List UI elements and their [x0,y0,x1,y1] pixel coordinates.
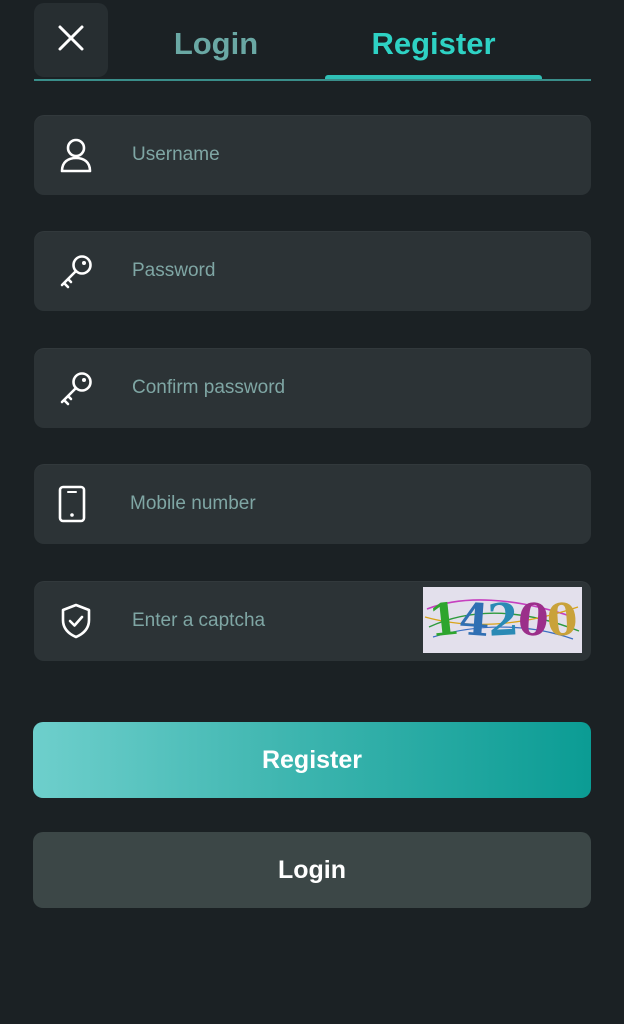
shield-check-icon [56,601,96,641]
captcha-code: 1 4 2 0 0 [426,591,579,649]
register-screen: Login Register Username Mobile number En… [0,0,624,1024]
captcha-image[interactable]: 1 4 2 0 0 [423,587,582,653]
tab-divider [34,79,591,81]
user-icon [56,135,96,175]
captcha-digit: 0 [545,593,579,647]
captcha-digit: 1 [426,593,462,647]
key-icon [56,251,96,291]
captcha-digit: 0 [515,593,550,647]
username-input[interactable] [132,115,412,195]
tab-login[interactable]: Login [126,22,306,66]
captcha-digit: 4 [456,593,490,647]
phone-icon [52,484,92,524]
confirm-password-field [34,348,591,428]
close-button[interactable] [34,3,108,77]
captcha-field: 1 4 2 0 0 [34,581,591,661]
confirm-password-input[interactable] [132,348,412,428]
login-button[interactable]: Login [33,832,591,908]
captcha-input[interactable] [132,581,392,661]
key-icon [56,368,96,408]
username-field [34,115,591,195]
mobile-field [34,464,591,544]
close-icon [57,24,85,57]
password-input[interactable] [132,231,412,311]
tab-register[interactable]: Register [325,22,542,66]
captcha-digit: 2 [486,593,520,647]
mobile-number-input[interactable] [130,464,410,544]
register-button[interactable]: Register [33,722,591,798]
password-field [34,231,591,311]
